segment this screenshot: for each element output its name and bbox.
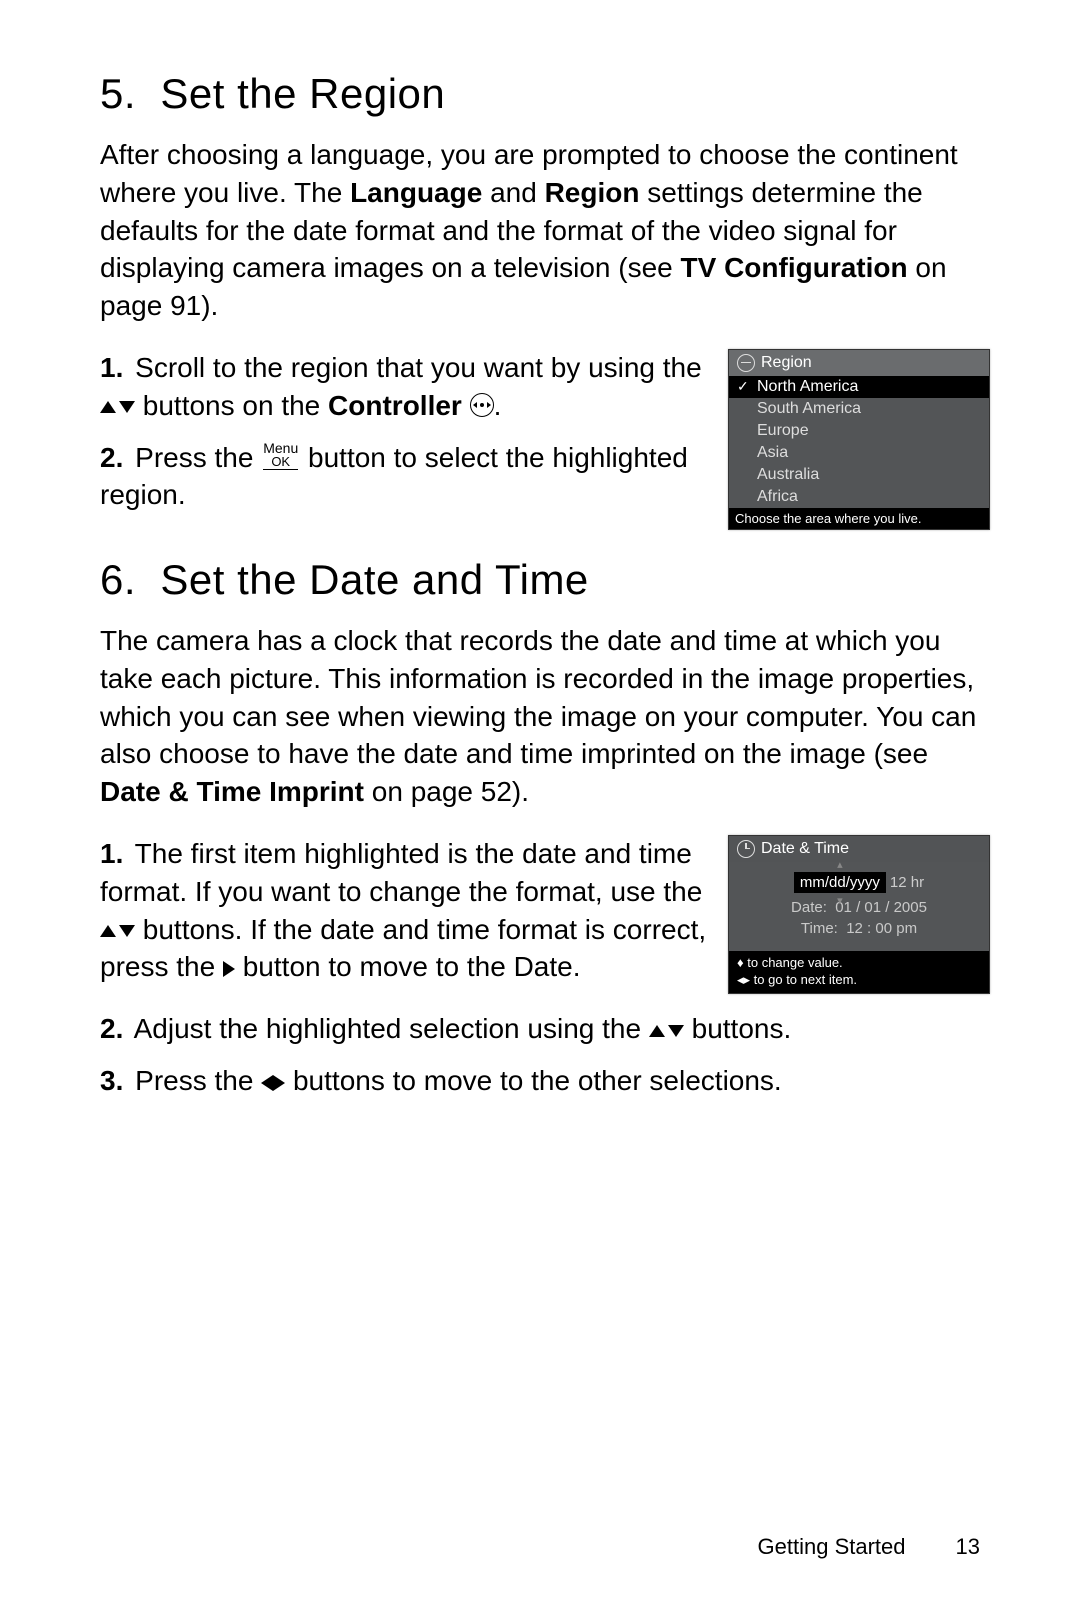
menu-ok-icon: MenuOK [263, 441, 298, 470]
hour-mode: 12 hr [890, 874, 924, 891]
region-item: South America [729, 398, 989, 420]
page-footer: Getting Started 13 [758, 1534, 980, 1560]
section5-step2: 2. Press the MenuOK button to select the… [100, 439, 710, 515]
region-item: Asia [729, 442, 989, 464]
region-item: Europe [729, 420, 989, 442]
up-down-icon [100, 401, 135, 413]
section5-step1: 1. Scroll to the region that you want by… [100, 349, 710, 425]
datetime-screen: Date & Time mm/dd/yyyy 12 hr Date: 01 / … [728, 835, 990, 994]
region-screen-footer: Choose the area where you live. [729, 508, 989, 529]
region-item: North America [729, 376, 989, 398]
section6-step1: 1. The first item highlighted is the dat… [100, 835, 710, 986]
section-5-intro: After choosing a language, you are promp… [100, 136, 990, 325]
section-5-heading: 5. Set the Region [100, 70, 990, 118]
region-screen: Region North America South America Europ… [728, 349, 990, 530]
time-line: Time: 12 : 00 pm [729, 920, 989, 937]
date-format-box: mm/dd/yyyy [794, 872, 886, 893]
date-line: Date: 01 / 01 / 2005 [729, 899, 989, 916]
controller-icon [470, 393, 494, 417]
datetime-screen-hints: ♦ to change value. ◂▸ to go to next item… [729, 951, 989, 993]
datetime-screen-title: Date & Time [729, 836, 989, 862]
globe-icon [737, 354, 755, 372]
right-arrow-icon [223, 961, 235, 977]
region-screen-title: Region [729, 350, 989, 376]
region-item: Africa [729, 486, 989, 508]
up-down-icon [649, 1025, 684, 1037]
section6-step2: 2. Adjust the highlighted selection usin… [100, 1010, 990, 1048]
section-6-intro: The camera has a clock that records the … [100, 622, 990, 811]
clock-icon [737, 840, 755, 858]
up-down-icon [100, 925, 135, 937]
region-item: Australia [729, 464, 989, 486]
region-list: North America South America Europe Asia … [729, 376, 989, 508]
left-right-icon [261, 1065, 285, 1096]
section6-step3: 3. Press the buttons to move to the othe… [100, 1062, 990, 1100]
section-6-heading: 6. Set the Date and Time [100, 556, 990, 604]
